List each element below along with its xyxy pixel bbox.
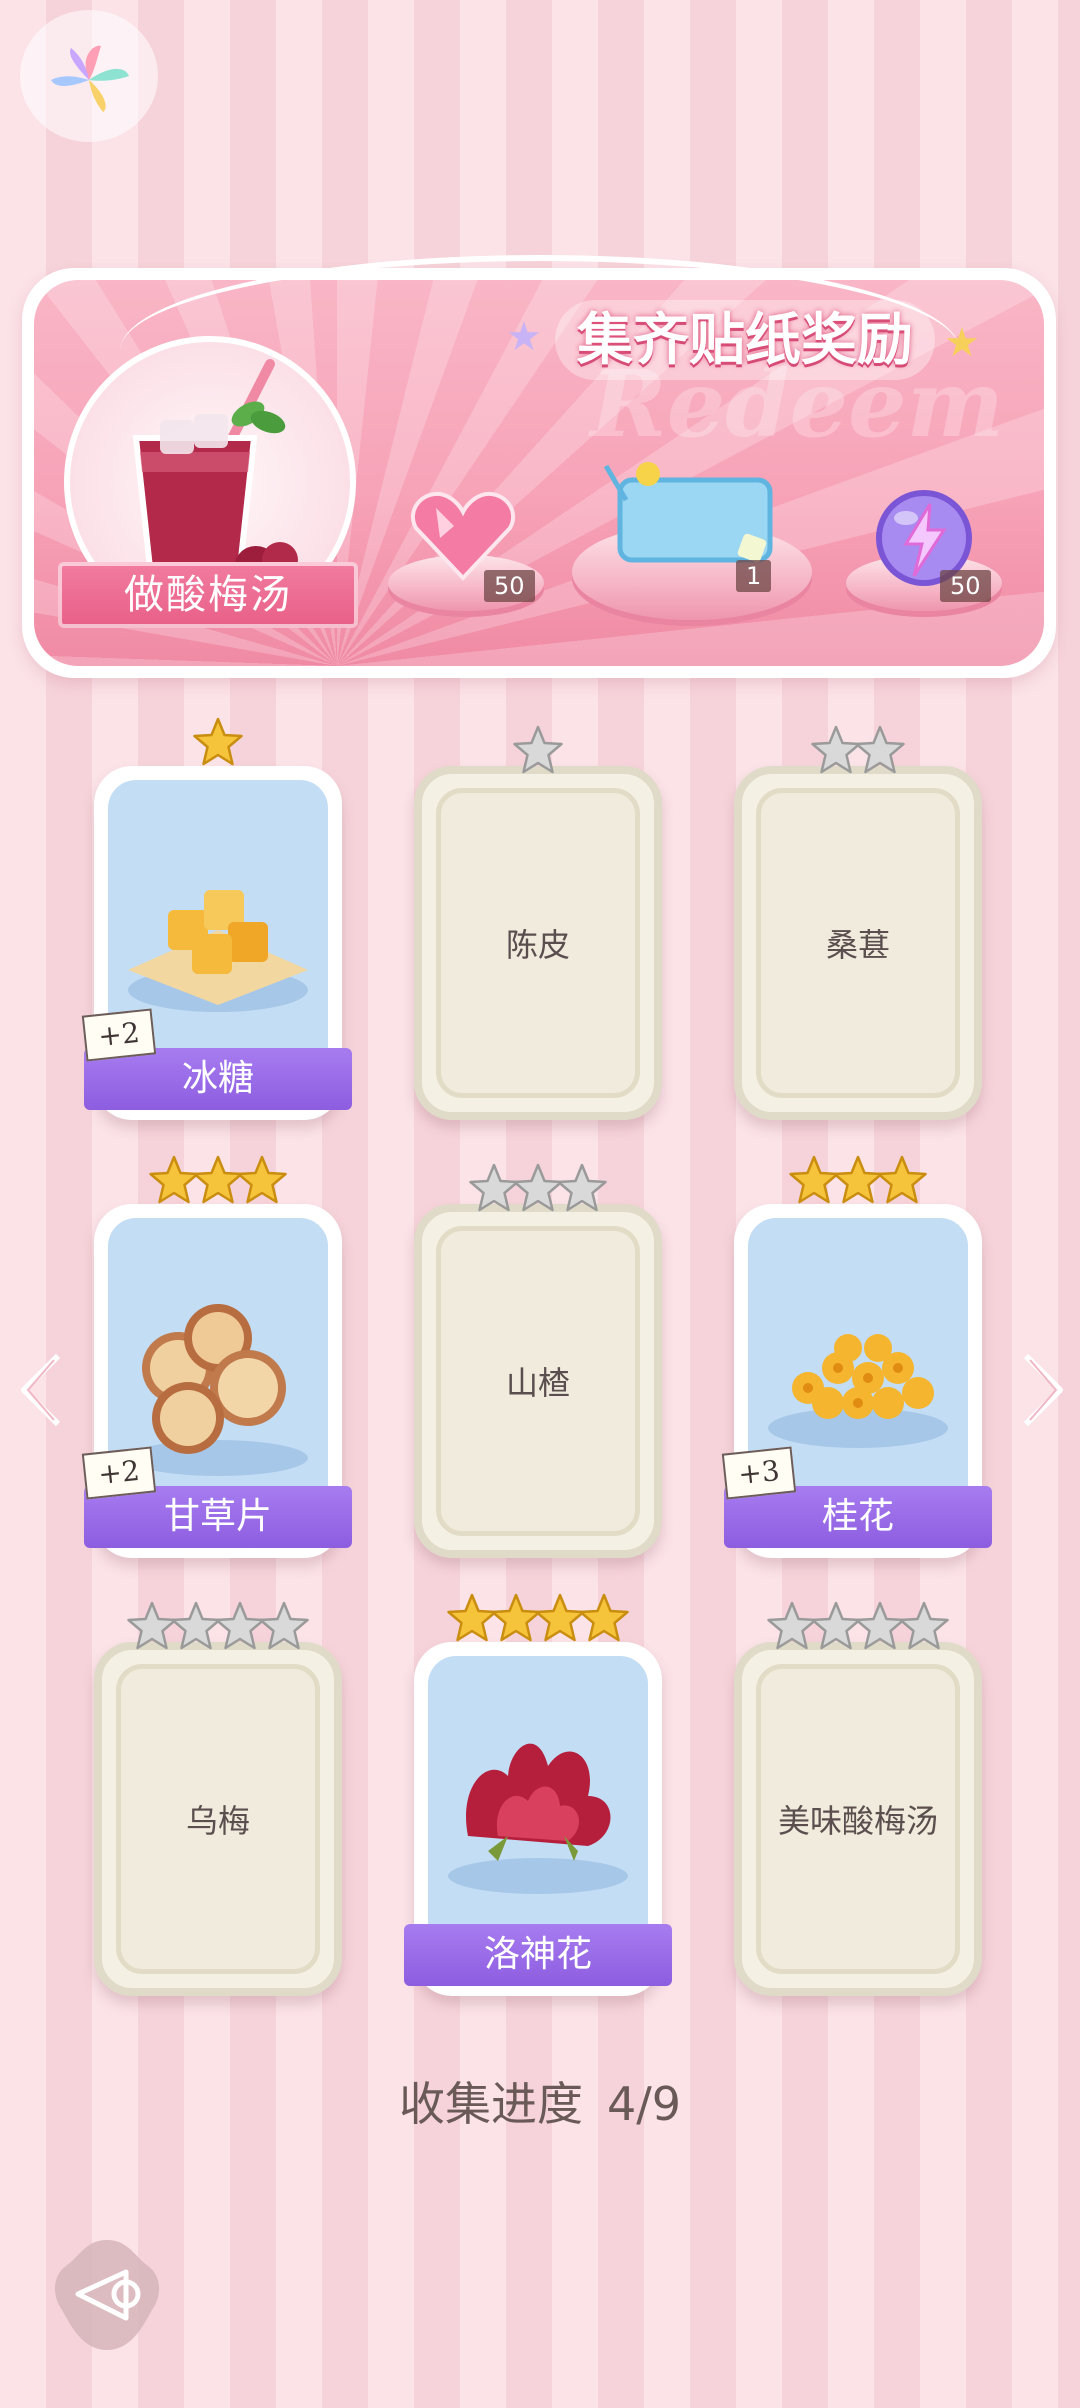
sticker-card[interactable]: 冰糖 +2 [81,717,352,1120]
star-icon [237,1155,287,1204]
star-icon [557,1163,607,1212]
card-name-label: 陈皮 [505,926,570,964]
sticker-card[interactable]: 美味酸梅汤 [734,1601,982,1996]
card-star-rating [94,716,342,774]
card-name-label: 山楂 [505,1364,570,1402]
card-star-rating [734,1154,982,1212]
bonus-count-tag: +2 [81,1446,157,1500]
reward-heart-gem[interactable]: 50 [408,486,535,602]
pinwheel-logo-icon [51,45,129,112]
reward-count: 1 [736,560,772,592]
banner-title: 集齐贴纸奖励 [555,300,935,380]
star-icon [259,1601,309,1650]
card-star-rating [742,1600,974,1658]
card-star-rating [422,724,654,782]
bonus-count-tag: +2 [81,1008,157,1062]
back-button[interactable] [48,2236,166,2354]
card-name-label: 美味酸梅汤 [777,1802,938,1840]
roselle-icon [428,1656,648,1936]
star-icon [855,725,905,774]
collection-progress: 收集进度 4/9 [0,2068,1080,2134]
card-star-rating [422,1162,654,1220]
card-star-rating [94,1154,342,1212]
back-arrow-icon [54,2240,160,2350]
star-icon [877,1155,927,1204]
star-icon [513,725,563,774]
next-page-arrow-icon[interactable] [1018,1350,1068,1430]
app-logo-button[interactable] [20,10,158,142]
progress-count: 4/9 [606,2077,682,2131]
sticker-card[interactable]: 甘草片 +2 [81,1155,352,1558]
card-star-rating [742,724,974,782]
sticker-card[interactable]: 陈皮 [414,725,662,1120]
card-name-label: 桑葚 [825,926,890,964]
previous-page-arrow-icon[interactable] [16,1350,66,1430]
sticker-card[interactable]: 桑葚 [734,725,982,1120]
reward-drink-card[interactable]: 1 [600,460,780,592]
card-name-label: 乌梅 [185,1802,250,1840]
reward-count: 50 [484,570,535,602]
star-icon [899,1601,949,1650]
star-icon [193,717,243,766]
reward-count: 50 [940,570,991,602]
sticker-card[interactable]: 桂花 +3 [721,1155,992,1558]
sticker-card[interactable]: 乌梅 [94,1601,342,1996]
sticker-card[interactable]: 洛神花 [404,1593,672,1996]
drink-name-ribbon: 做酸梅汤 [58,562,358,628]
yellow-star-icon: ★ [944,320,980,366]
reward-energy-orb[interactable]: 50 [870,484,991,602]
star-icon [579,1593,629,1642]
purple-star-icon: ★ [506,314,542,360]
card-star-rating [102,1600,334,1658]
card-name-label: 洛神花 [404,1924,672,1986]
card-star-rating [414,1592,662,1650]
progress-label: 收集进度 [398,2077,583,2131]
bonus-count-tag: +3 [721,1446,797,1500]
sticker-card[interactable]: 山楂 [414,1163,662,1558]
